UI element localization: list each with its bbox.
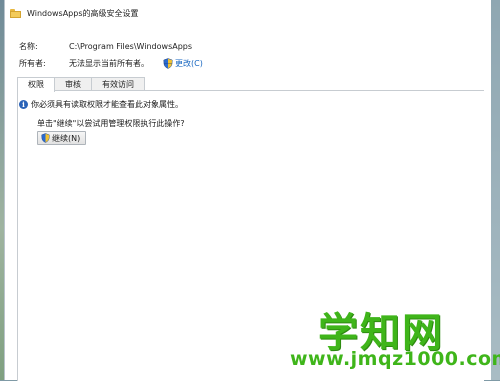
window-title: WindowsApps的高级安全设置 [27, 8, 139, 18]
info-message: 你必须具有读取权限才能查看此对象属性。 [31, 100, 183, 109]
title-bar[interactable]: WindowsApps的高级安全设置 [5, 0, 491, 26]
uac-shield-icon [163, 58, 173, 69]
continue-button-label: 继续(N) [52, 133, 81, 143]
tab-strip: 权限 审核 有效访问 [17, 77, 145, 92]
continue-hint: 单击"继续"以尝试用管理权限执行此操作? [37, 119, 185, 128]
name-label: 名称: [19, 42, 38, 51]
desktop-background-right [491, 0, 500, 380]
name-row: 名称: C:\Program Files\WindowsApps [19, 41, 192, 52]
change-owner-link[interactable]: 更改(C) [175, 58, 203, 69]
watermark-url: www.jmqz1000.com [290, 348, 500, 370]
continue-button[interactable]: 继续(N) [37, 131, 87, 145]
owner-row: 所有者: 无法显示当前所有者。 更改(C) [19, 58, 203, 69]
uac-shield-icon [41, 133, 50, 143]
info-icon: i [19, 100, 28, 109]
info-message-row: i 你必须具有读取权限才能查看此对象属性。 [19, 99, 183, 110]
folder-icon [10, 9, 21, 18]
tab-effective-access[interactable]: 有效访问 [91, 77, 145, 91]
tab-permissions[interactable]: 权限 [17, 77, 55, 92]
owner-label: 所有者: [19, 59, 46, 68]
tab-auditing[interactable]: 审核 [54, 77, 92, 91]
owner-value: 无法显示当前所有者。 [69, 59, 149, 68]
name-value: C:\Program Files\WindowsApps [69, 42, 193, 51]
